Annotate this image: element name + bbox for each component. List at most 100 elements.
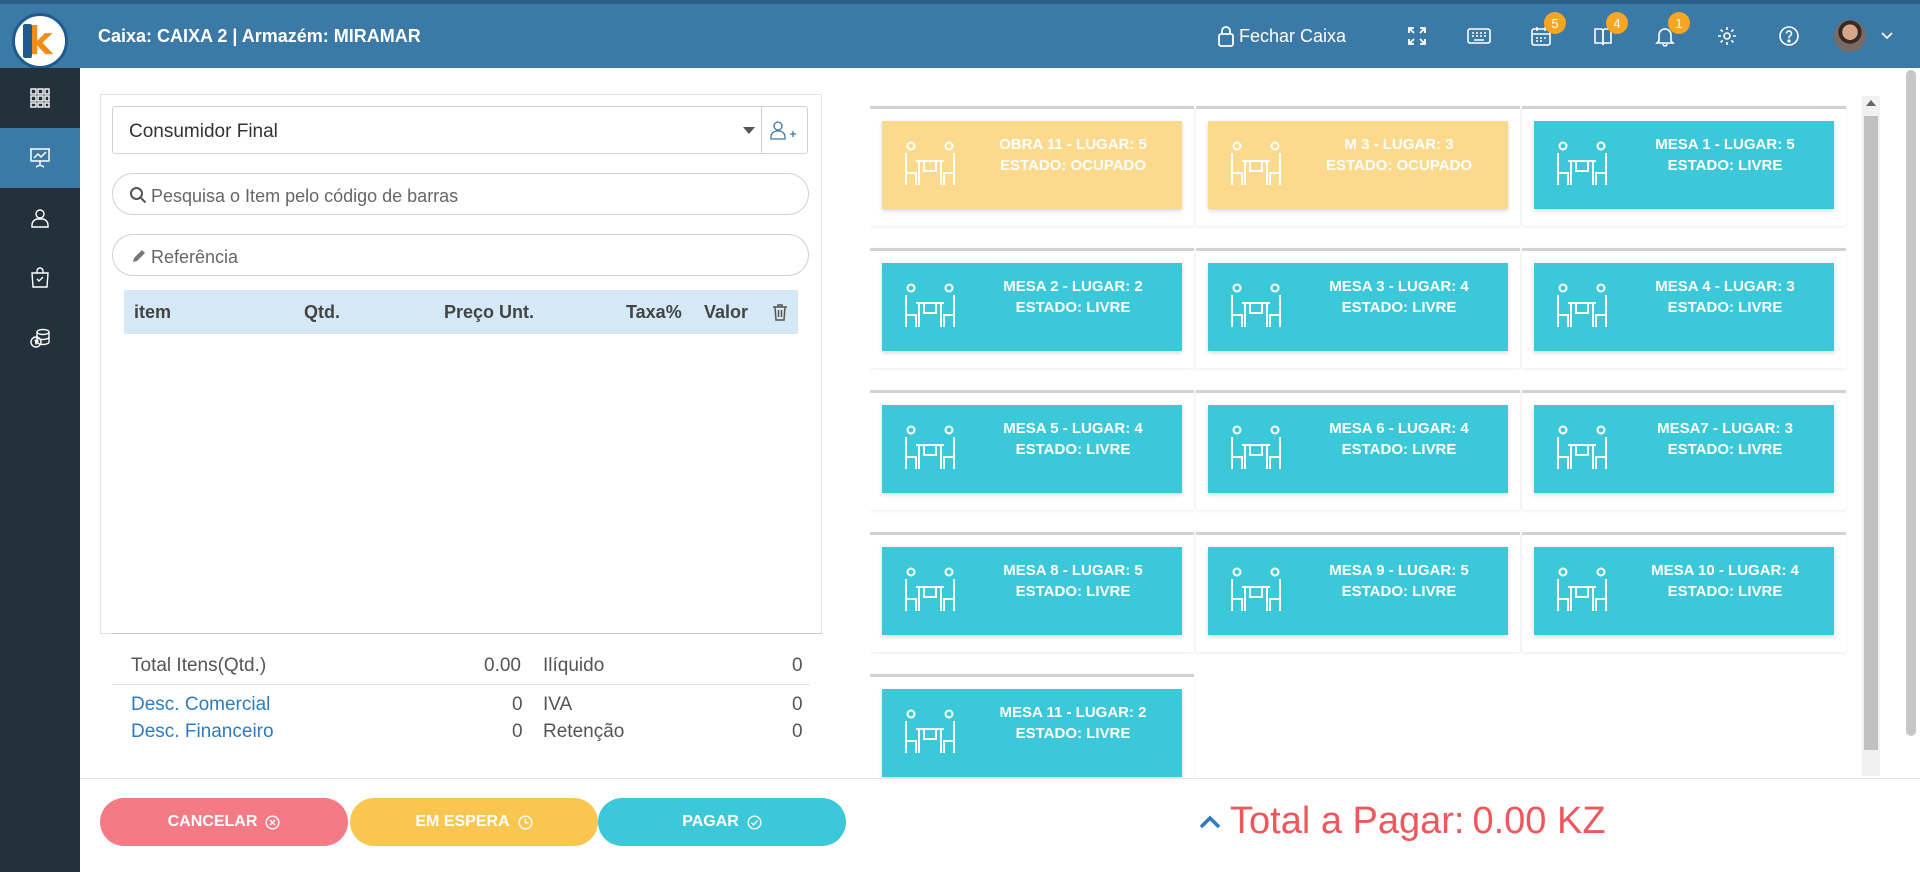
table-card: MESA 8 - LUGAR: 5 ESTADO: LIVRE bbox=[870, 532, 1194, 652]
dining-table-icon bbox=[1554, 141, 1610, 191]
table-status: ESTADO: LIVRE bbox=[1015, 441, 1131, 458]
table-card: OBRA 11 - LUGAR: 5 ESTADO: OCUPADO bbox=[870, 106, 1194, 226]
keyboard-button[interactable] bbox=[1448, 4, 1510, 68]
table-tile-livre[interactable]: MESA7 - LUGAR: 3 ESTADO: LIVRE bbox=[1534, 405, 1834, 493]
column-qty: Qtd. bbox=[304, 302, 340, 322]
customer-select-value: Consumidor Final bbox=[129, 121, 278, 142]
table-status: ESTADO: LIVRE bbox=[1015, 725, 1131, 742]
notifications-button[interactable]: 1 bbox=[1634, 4, 1696, 68]
reference-placeholder: Referência bbox=[151, 247, 239, 267]
table-card: MESA 4 - LUGAR: 3 ESTADO: LIVRE bbox=[1522, 248, 1846, 368]
fullscreen-button[interactable] bbox=[1386, 4, 1448, 68]
table-divider bbox=[112, 633, 822, 634]
close-circle-icon bbox=[265, 814, 280, 830]
table-name: MESA 2 - LUGAR: 2 bbox=[1003, 278, 1143, 295]
barcode-search-placeholder: Pesquisa o Item pelo código de barras bbox=[151, 186, 459, 206]
page-title: Caixa: CAIXA 2 | Armazém: MIRAMAR bbox=[98, 26, 421, 46]
table-tile-livre[interactable]: MESA 2 - LUGAR: 2 ESTADO: LIVRE bbox=[882, 263, 1182, 351]
user-icon bbox=[31, 209, 49, 228]
calendar-badge: 5 bbox=[1544, 12, 1566, 34]
reference-input[interactable]: Referência bbox=[112, 234, 809, 276]
table-tile-livre[interactable]: MESA 11 - LUGAR: 2 ESTADO: LIVRE bbox=[882, 689, 1182, 777]
column-value: Valor bbox=[704, 302, 749, 322]
table-card: MESA 3 - LUGAR: 4 ESTADO: LIVRE bbox=[1196, 248, 1520, 368]
table-name: MESA 8 - LUGAR: 5 bbox=[1003, 562, 1143, 579]
cancel-button[interactable]: CANCELAR bbox=[100, 798, 348, 846]
add-customer-button[interactable] bbox=[761, 107, 807, 153]
dining-table-icon bbox=[902, 283, 958, 333]
table-tile-livre[interactable]: MESA 1 - LUGAR: 5 ESTADO: LIVRE bbox=[1534, 121, 1834, 209]
orders-badge: 4 bbox=[1606, 12, 1628, 34]
cancel-label: CANCELAR bbox=[167, 813, 258, 830]
orders-button[interactable]: 4 bbox=[1572, 4, 1634, 68]
retention-label: Retenção bbox=[543, 721, 625, 742]
table-tile-livre[interactable]: MESA 9 - LUGAR: 5 ESTADO: LIVRE bbox=[1208, 547, 1508, 635]
chevron-up-icon bbox=[1199, 815, 1221, 828]
table-tile-livre[interactable]: MESA 5 - LUGAR: 4 ESTADO: LIVRE bbox=[882, 405, 1182, 493]
table-card: MESA 6 - LUGAR: 4 ESTADO: LIVRE bbox=[1196, 390, 1520, 510]
sidebar-item-customers[interactable] bbox=[0, 188, 80, 248]
vat-value: 0 bbox=[792, 694, 803, 715]
commercial-discount-link[interactable]: Desc. Comercial bbox=[131, 694, 270, 716]
table-tile-livre[interactable]: MESA 8 - LUGAR: 5 ESTADO: LIVRE bbox=[882, 547, 1182, 635]
sidebar-item-dashboard[interactable] bbox=[0, 68, 80, 128]
commercial-discount-value: 0 bbox=[512, 694, 523, 715]
table-name: MESA 10 - LUGAR: 4 bbox=[1651, 562, 1799, 579]
retention-value: 0 bbox=[792, 721, 803, 742]
calendar-button[interactable]: 5 bbox=[1510, 4, 1572, 68]
trash-icon[interactable] bbox=[772, 303, 788, 321]
table-status: ESTADO: OCUPADO bbox=[999, 157, 1147, 174]
table-status: ESTADO: LIVRE bbox=[1667, 441, 1783, 458]
vat-label: IVA bbox=[543, 694, 573, 715]
dining-table-icon bbox=[1554, 425, 1610, 475]
table-status: ESTADO: LIVRE bbox=[1015, 583, 1131, 600]
table-tile-livre[interactable]: MESA 10 - LUGAR: 4 ESTADO: LIVRE bbox=[1534, 547, 1834, 635]
table-tile-ocupado[interactable]: OBRA 11 - LUGAR: 5 ESTADO: OCUPADO bbox=[882, 121, 1182, 209]
table-card: MESA 10 - LUGAR: 4 ESTADO: LIVRE bbox=[1522, 532, 1846, 652]
table-card: MESA 2 - LUGAR: 2 ESTADO: LIVRE bbox=[870, 248, 1194, 368]
dining-table-icon bbox=[902, 141, 958, 191]
fullscreen-icon bbox=[1408, 27, 1426, 45]
table-card: MESA 1 - LUGAR: 5 ESTADO: LIVRE bbox=[1522, 106, 1846, 226]
table-status: ESTADO: LIVRE bbox=[1667, 157, 1783, 174]
financial-discount-value: 0 bbox=[512, 721, 523, 742]
chevron-down-icon bbox=[1881, 32, 1893, 40]
total-to-pay[interactable]: Total a Pagar: 0.00 KZ bbox=[1198, 800, 1606, 843]
top-bar: k Caixa: CAIXA 2 | Armazém: MIRAMAR Fech… bbox=[0, 0, 1920, 69]
hold-button[interactable]: EM ESPERA bbox=[350, 798, 598, 846]
table-tile-ocupado[interactable]: M 3 - LUGAR: 3 ESTADO: OCUPADO bbox=[1208, 121, 1508, 209]
column-tax: Taxa% bbox=[626, 302, 682, 322]
sidebar-item-pos[interactable] bbox=[0, 128, 80, 188]
table-card: M 3 - LUGAR: 3 ESTADO: OCUPADO bbox=[1196, 106, 1520, 226]
pay-button[interactable]: PAGAR bbox=[598, 798, 846, 846]
table-tile-livre[interactable]: MESA 3 - LUGAR: 4 ESTADO: LIVRE bbox=[1208, 263, 1508, 351]
table-card: MESA 9 - LUGAR: 5 ESTADO: LIVRE bbox=[1196, 532, 1520, 652]
page-scrollbar[interactable] bbox=[1906, 70, 1916, 736]
customer-select[interactable]: Consumidor Final bbox=[112, 106, 808, 154]
settings-button[interactable] bbox=[1696, 4, 1758, 68]
add-user-icon bbox=[769, 121, 796, 140]
table-status: ESTADO: LIVRE bbox=[1341, 441, 1457, 458]
tables-scrollbar-thumb[interactable] bbox=[1864, 116, 1878, 750]
close-register-button[interactable]: Fechar Caixa bbox=[1217, 25, 1346, 47]
table-tile-livre[interactable]: MESA 4 - LUGAR: 3 ESTADO: LIVRE bbox=[1534, 263, 1834, 351]
scroll-up-arrow-icon[interactable] bbox=[1866, 100, 1876, 106]
table-name: OBRA 11 - LUGAR: 5 bbox=[999, 136, 1147, 153]
column-item: item bbox=[134, 302, 172, 322]
table-status: ESTADO: OCUPADO bbox=[1325, 157, 1473, 174]
table-name: MESA 11 - LUGAR: 2 bbox=[999, 704, 1147, 721]
table-tile-livre[interactable]: MESA 6 - LUGAR: 4 ESTADO: LIVRE bbox=[1208, 405, 1508, 493]
close-register-label: Fechar Caixa bbox=[1238, 25, 1346, 46]
keyboard-icon bbox=[1467, 28, 1491, 44]
total-label: Total a Pagar: bbox=[1230, 800, 1465, 842]
dining-table-icon bbox=[1228, 425, 1284, 475]
search-icon bbox=[130, 187, 147, 204]
help-button[interactable] bbox=[1758, 4, 1820, 68]
sidebar-item-products[interactable] bbox=[0, 248, 80, 308]
help-icon bbox=[1779, 26, 1799, 46]
user-menu[interactable] bbox=[1834, 20, 1894, 52]
barcode-search-input[interactable]: Pesquisa o Item pelo código de barras bbox=[112, 173, 809, 215]
financial-discount-link[interactable]: Desc. Financeiro bbox=[131, 721, 274, 743]
sidebar-item-finance[interactable] bbox=[0, 308, 80, 368]
app-logo[interactable]: k bbox=[12, 13, 68, 69]
